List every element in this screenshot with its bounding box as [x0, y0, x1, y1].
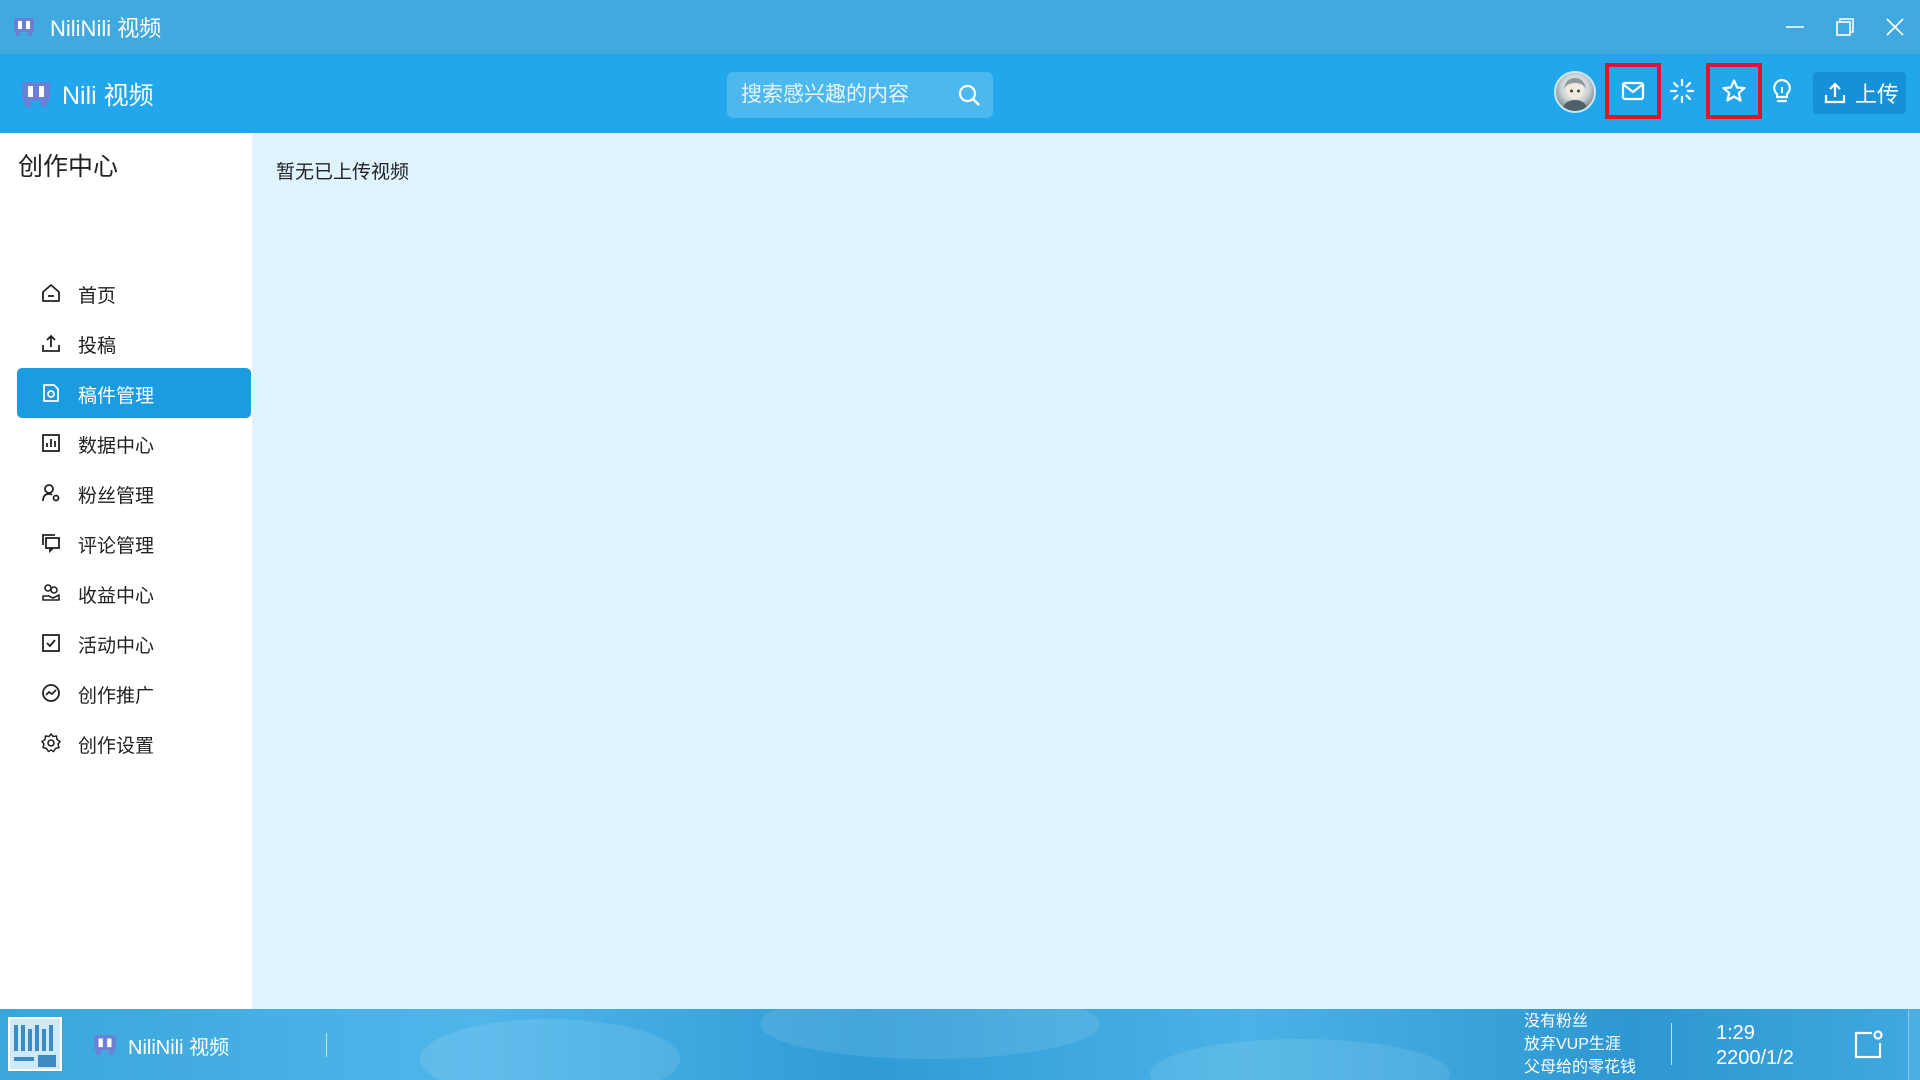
tray-line: 放弃VUP生涯	[1524, 1036, 1621, 1053]
upload-icon	[42, 334, 60, 352]
search-box	[727, 72, 993, 118]
sidebar-item-settings[interactable]: 创作设置	[17, 718, 251, 768]
sidebar-item-income[interactable]: 收益中心	[17, 568, 251, 618]
brand[interactable]: Nili 视频	[20, 54, 154, 133]
sidebar-item-label: 收益中心	[78, 586, 155, 607]
upload-icon	[1824, 82, 1846, 104]
search-icon[interactable]	[957, 83, 981, 107]
sidebar-item-label: 稿件管理	[78, 386, 155, 407]
taskbar-app-nilinili[interactable]: NiliNili 视频	[92, 1027, 229, 1063]
taskbar: NiliNili 视频 没有粉丝 放弃VUP生涯 父母给的零花钱 1:29 22…	[0, 1009, 1920, 1080]
window-titlebar[interactable]: NiliNili 视频	[0, 0, 1920, 54]
app-header: Nili 视频 搜索感兴趣的内容 上传	[0, 54, 1920, 133]
sidebar-item-submit[interactable]: 投稿	[17, 318, 251, 368]
start-button[interactable]	[8, 1017, 62, 1071]
close-icon	[1886, 18, 1904, 36]
window-title: NiliNili 视频	[50, 16, 162, 41]
sidebar-item-fans[interactable]: 粉丝管理	[17, 468, 251, 518]
clock-time: 1:29	[1716, 1022, 1755, 1044]
notification-button[interactable]	[1852, 1029, 1884, 1061]
document-icon	[43, 384, 59, 402]
close-button[interactable]	[1870, 0, 1920, 54]
upload-label: 上传	[1855, 82, 1900, 107]
sidebar-item-manuscripts[interactable]: 稿件管理	[17, 368, 251, 418]
tray-line: 没有粉丝	[1524, 1013, 1589, 1030]
main-content: 暂无已上传视频	[252, 133, 1920, 1009]
nili-logo-icon	[22, 81, 50, 107]
messages-button[interactable]	[1605, 63, 1661, 119]
sidebar-item-label: 活动中心	[78, 636, 155, 657]
wallpaper-shape	[420, 1019, 680, 1080]
minimize-icon	[1786, 26, 1804, 28]
os-logo-icon	[8, 1017, 62, 1071]
minimize-button[interactable]	[1770, 0, 1820, 54]
checkbox-icon	[42, 634, 60, 652]
sidebar: 创作中心 首页 投稿 稿件管理 数据中心 粉丝管理 评论管理 收益中心 活动中心…	[0, 133, 252, 1009]
sidebar-item-data-center[interactable]: 数据中心	[17, 418, 251, 468]
sidebar-item-comments[interactable]: 评论管理	[17, 518, 251, 568]
dynamics-button[interactable]	[1654, 63, 1710, 119]
sidebar-item-label: 粉丝管理	[78, 486, 155, 507]
sidebar-title: 创作中心	[18, 153, 119, 181]
mail-icon	[1621, 81, 1645, 101]
ideas-button[interactable]	[1754, 63, 1810, 119]
avatar[interactable]	[1554, 71, 1596, 113]
taskbar-divider	[326, 1033, 327, 1057]
sidebar-item-label: 投稿	[78, 336, 117, 357]
coins-hand-icon	[42, 584, 60, 601]
tray-line: 父母给的零花钱	[1524, 1059, 1637, 1076]
window-controls	[1770, 0, 1920, 54]
clock[interactable]: 1:29 2200/1/2	[1716, 1021, 1794, 1071]
taskbar-app-label: NiliNili 视频	[128, 1036, 230, 1059]
sidebar-item-label: 首页	[78, 286, 117, 307]
taskbar-divider	[1671, 1023, 1672, 1065]
trend-icon	[42, 684, 60, 702]
loading-spinner-icon	[1669, 78, 1695, 104]
clock-date: 2200/1/2	[1716, 1047, 1794, 1069]
search-input[interactable]	[741, 83, 941, 107]
user-gear-icon	[42, 484, 60, 502]
restore-icon	[1836, 18, 1854, 36]
nilinili-app-icon	[94, 1035, 116, 1055]
tray-status-text: 没有粉丝 放弃VUP生涯 父母给的零花钱	[1524, 1010, 1636, 1079]
nilinili-app-icon	[14, 18, 34, 36]
upload-button[interactable]: 上传	[1813, 72, 1906, 114]
comment-icon	[42, 534, 60, 553]
lightbulb-icon	[1773, 78, 1791, 103]
star-icon	[1722, 79, 1746, 102]
sidebar-item-home[interactable]: 首页	[17, 268, 251, 318]
sidebar-item-promotion[interactable]: 创作推广	[17, 668, 251, 718]
avatar-image	[1562, 78, 1588, 111]
sidebar-item-label: 创作设置	[78, 736, 155, 757]
home-icon	[42, 284, 60, 302]
empty-state-message: 暂无已上传视频	[276, 162, 410, 183]
notification-icon	[1854, 1030, 1883, 1059]
sidebar-item-activities[interactable]: 活动中心	[17, 618, 251, 668]
sidebar-item-label: 评论管理	[78, 536, 155, 557]
brand-name: Nili 视频	[62, 81, 154, 110]
bar-chart-icon	[42, 434, 60, 452]
sidebar-item-label: 数据中心	[78, 436, 155, 457]
sidebar-item-label: 创作推广	[78, 686, 155, 707]
show-desktop-button[interactable]	[1908, 1009, 1920, 1080]
restore-button[interactable]	[1820, 0, 1870, 54]
gear-icon	[41, 733, 61, 753]
wallpaper-shape	[1150, 1039, 1450, 1080]
wallpaper-shape	[760, 1009, 1100, 1059]
